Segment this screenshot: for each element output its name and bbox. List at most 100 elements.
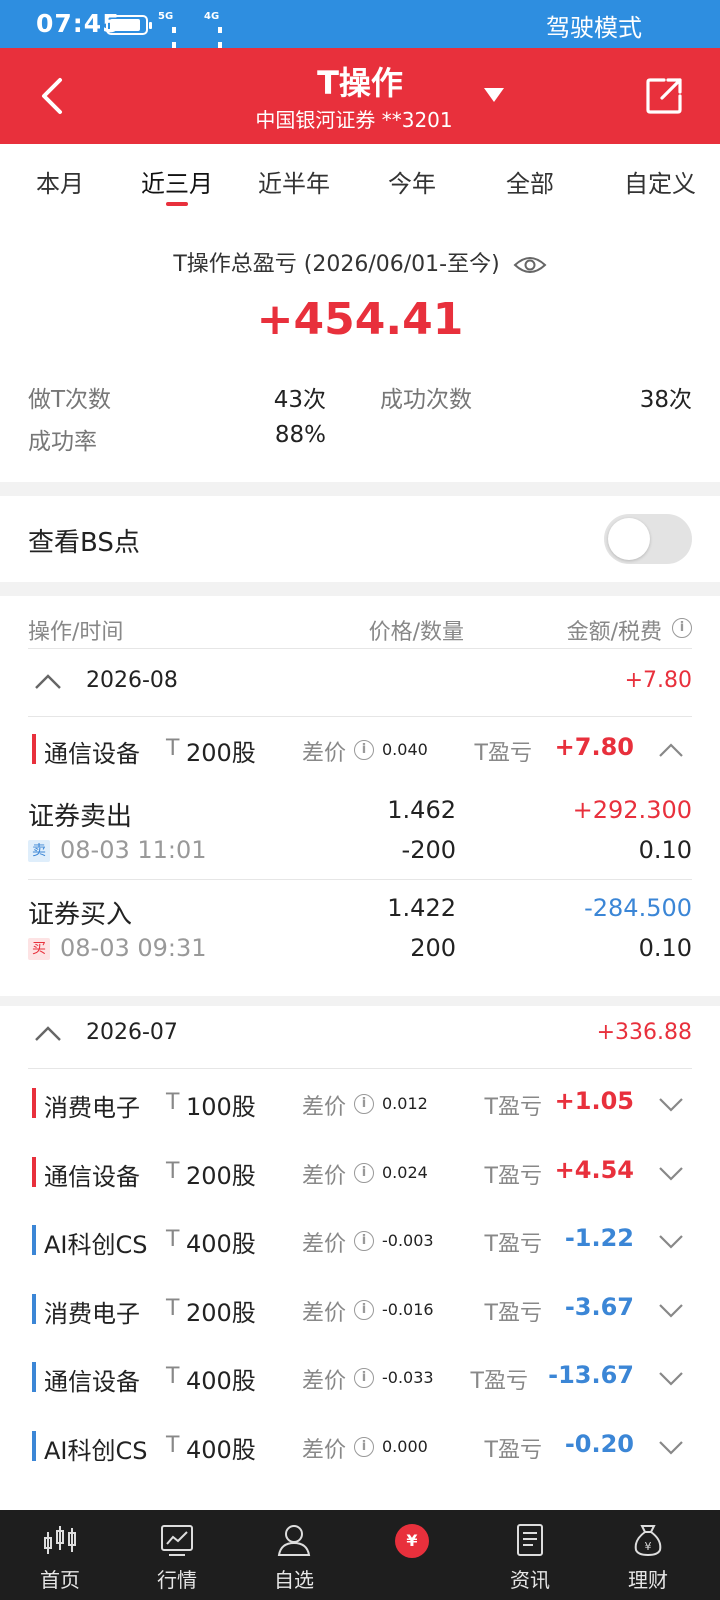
col-price-qty: 价格/数量: [368, 620, 464, 645]
summary-card: T操作总盈亏 (2026/06/01-至今) +454.41 做T次数 43次 …: [0, 214, 720, 482]
chevron-down-icon[interactable]: [658, 1370, 684, 1386]
info-icon[interactable]: i: [354, 1368, 374, 1388]
battery-icon: [106, 15, 152, 35]
tab-half-year[interactable]: 近半年: [234, 164, 354, 199]
page-title[interactable]: T操作: [0, 58, 720, 104]
op-price: 1.422: [387, 894, 456, 922]
toggle-knob: [608, 518, 650, 560]
svg-text:¥: ¥: [645, 1540, 652, 1553]
diff-value: 0.012: [382, 1094, 428, 1113]
diff-label: 差价: [302, 1438, 347, 1463]
pnl-value: +7.80: [554, 733, 634, 761]
op-price: 1.462: [387, 796, 456, 824]
pnl-label: T盈亏: [484, 1438, 542, 1463]
pnl-label: T盈亏: [484, 1232, 542, 1257]
share-qty: 200股: [186, 739, 256, 767]
info-icon[interactable]: i: [354, 740, 374, 760]
month-label: 2026-07: [86, 1020, 178, 1045]
pnl-label: T盈亏: [474, 741, 532, 766]
diff-label: 差价: [302, 741, 347, 766]
month-group-header[interactable]: 2026-07 +336.88: [28, 1014, 692, 1058]
nav-trade[interactable]: ¥: [352, 1510, 472, 1600]
pnl-value: +4.54: [554, 1156, 634, 1184]
nav-market[interactable]: 行情: [117, 1510, 237, 1600]
t-trade-row[interactable]: AI科创CS T 400股 差价 i 0.000 T盈亏 -0.20: [28, 1427, 692, 1467]
pnl-value: -13.67: [548, 1361, 634, 1389]
info-icon[interactable]: i: [354, 1437, 374, 1457]
op-fee: 0.10: [638, 934, 692, 962]
info-icon[interactable]: i: [354, 1231, 374, 1251]
share-qty: 200股: [186, 1162, 256, 1190]
nav-wealth[interactable]: ¥ 理财: [588, 1510, 708, 1600]
eye-icon[interactable]: [513, 254, 547, 276]
share-export-icon[interactable]: [644, 76, 684, 116]
op-amount: +292.300: [572, 796, 692, 824]
pnl-label: T盈亏: [470, 1369, 528, 1394]
loss-indicator-bar: [32, 1294, 36, 1324]
profit-indicator-bar: [32, 1088, 36, 1118]
bs-point-row: 查看BS点: [0, 496, 720, 582]
tab-this-month[interactable]: 本月: [0, 164, 120, 199]
divider: [28, 716, 692, 717]
t-trade-row[interactable]: 消费电子 T 100股 差价 i 0.012 T盈亏 +1.05: [28, 1084, 692, 1124]
op-qty: -200: [401, 836, 456, 864]
divider: [28, 879, 692, 880]
driving-mode-label[interactable]: 驾驶模式: [546, 8, 642, 43]
chevron-down-icon[interactable]: [658, 1165, 684, 1181]
month-label: 2026-08: [86, 668, 178, 693]
stock-name: AI科创CS: [44, 1437, 148, 1465]
t-marker: T: [166, 1433, 180, 1458]
candlestick-icon: [44, 1526, 76, 1554]
t-marker: T: [166, 1159, 180, 1184]
sell-badge: 卖: [28, 840, 50, 862]
nav-watchlist[interactable]: 自选: [234, 1510, 354, 1600]
summary-title: T操作总盈亏 (2026/06/01-至今): [173, 252, 500, 277]
t-count-label: 做T次数: [28, 387, 112, 413]
tab-this-year[interactable]: 今年: [352, 164, 472, 199]
info-icon[interactable]: i: [354, 1300, 374, 1320]
profit-indicator-bar: [32, 1157, 36, 1187]
document-icon: [517, 1524, 543, 1556]
nav-home[interactable]: 首页: [0, 1510, 120, 1600]
period-tabs: 本月 近三月 近半年 今年 全部 自定义: [0, 144, 720, 214]
tab-all[interactable]: 全部: [470, 164, 590, 199]
bs-point-toggle[interactable]: [604, 514, 692, 564]
info-icon[interactable]: i: [354, 1163, 374, 1183]
tab-three-months[interactable]: 近三月: [117, 164, 237, 206]
month-group-header[interactable]: 2026-08 +7.80: [28, 662, 692, 706]
stock-name: 通信设备: [44, 1163, 140, 1191]
nav-news[interactable]: 资讯: [470, 1510, 590, 1600]
yen-icon: ¥: [395, 1524, 429, 1558]
success-count-value: 38次: [639, 387, 692, 413]
chevron-down-icon[interactable]: [658, 1302, 684, 1318]
tab-custom[interactable]: 自定义: [600, 164, 720, 199]
stock-name: AI科创CS: [44, 1231, 148, 1259]
op-qty: 200: [410, 934, 456, 962]
diff-value: 0.000: [382, 1437, 428, 1456]
diff-value: -0.033: [382, 1368, 434, 1387]
t-trade-row[interactable]: 通信设备 T 200股 差价 i 0.024 T盈亏 +4.54: [28, 1153, 692, 1193]
loss-indicator-bar: [32, 1431, 36, 1461]
chevron-down-icon[interactable]: [658, 1439, 684, 1455]
t-count-value: 43次: [273, 387, 326, 413]
t-marker: T: [166, 1090, 180, 1115]
info-icon[interactable]: i: [672, 618, 692, 638]
diff-label: 差价: [302, 1164, 347, 1189]
loss-indicator-bar: [32, 1362, 36, 1392]
share-qty: 400股: [186, 1230, 256, 1258]
chevron-down-icon[interactable]: [658, 1233, 684, 1249]
t-trade-row[interactable]: 通信设备 T 200股 差价 i 0.040 T盈亏 +7.80: [28, 730, 692, 770]
chevron-down-icon[interactable]: [658, 1096, 684, 1112]
t-trade-row[interactable]: 通信设备 T 400股 差价 i -0.033 T盈亏 -13.67: [28, 1358, 692, 1398]
chevron-up-icon[interactable]: [658, 742, 684, 758]
bs-point-label: 查看BS点: [28, 528, 140, 558]
diff-value: 0.040: [382, 740, 428, 759]
dropdown-caret-icon[interactable]: [484, 88, 504, 102]
info-icon[interactable]: i: [354, 1094, 374, 1114]
diff-label: 差价: [302, 1301, 347, 1326]
t-trade-row[interactable]: AI科创CS T 400股 差价 i -0.003 T盈亏 -1.22: [28, 1221, 692, 1261]
account-subtitle[interactable]: 中国银河证券 **3201: [0, 104, 720, 133]
t-marker: T: [166, 1296, 180, 1321]
t-trade-row[interactable]: 消费电子 T 200股 差价 i -0.016 T盈亏 -3.67: [28, 1290, 692, 1330]
bottom-nav: 首页 行情 自选 ¥ 资讯 ¥ 理财: [0, 1510, 720, 1600]
